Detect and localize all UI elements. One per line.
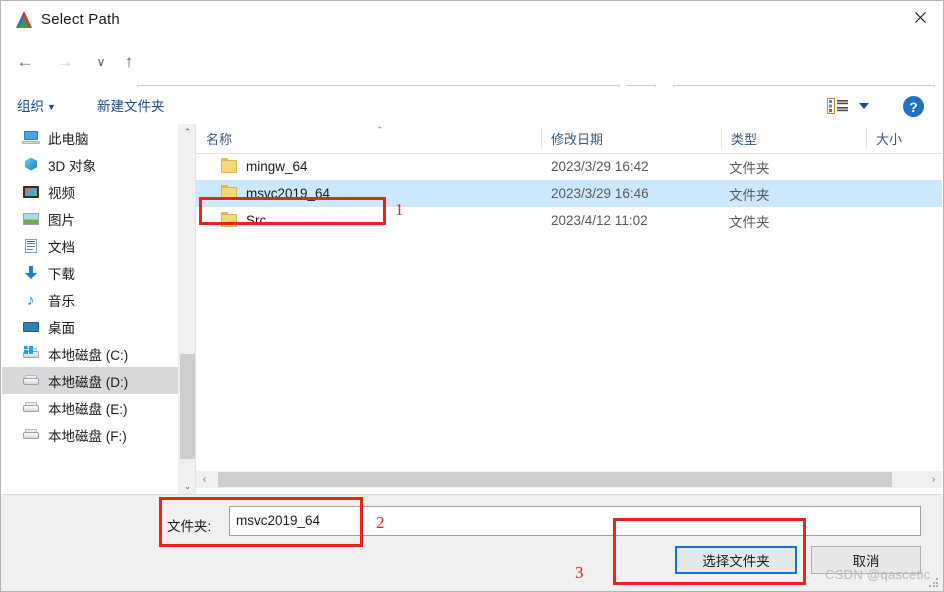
table-row[interactable]: msvc2019_64 2023/3/29 16:46 文件夹 [196, 180, 942, 207]
sidebar-item-0[interactable]: 此电脑 [2, 124, 178, 151]
cell-modified: 2023/3/29 16:46 [551, 186, 649, 201]
app-triangle-icon [13, 9, 35, 31]
desktop-icon [22, 319, 40, 335]
cube-3d-icon [22, 157, 40, 173]
title-bar: Select Path [1, 1, 943, 39]
cell-name: Src [246, 213, 267, 228]
field-inner-divider [361, 506, 362, 536]
drive-icon [22, 373, 40, 389]
new-folder-button[interactable]: 新建文件夹 [97, 95, 165, 115]
folder-name-label: 文件夹: [167, 519, 212, 534]
select-path-dialog: Select Path ← → ∨ ↑ › 此电脑 › 本地磁盘 (D:) › … [0, 0, 944, 592]
column-header-type[interactable]: 类型 [721, 124, 866, 152]
cell-type: 文件夹 [729, 160, 770, 176]
pc-icon [22, 130, 40, 146]
sidebar-item-label: 本地磁盘 (F:) [48, 428, 127, 444]
system-drive-icon [22, 345, 40, 362]
sidebar-item-label: 图片 [48, 212, 75, 228]
cell-modified: 2023/3/29 16:42 [551, 159, 649, 174]
caret-down-icon: ▼ [47, 102, 56, 112]
table-row[interactable]: Src 2023/4/12 11:02 文件夹 [196, 207, 942, 234]
sidebar-item-1[interactable]: 3D 对象 [2, 151, 178, 178]
annotation-number-2: 2 [376, 513, 385, 532]
folder-name-value: msvc2019_64 [236, 513, 321, 528]
scroll-right-icon[interactable]: › [925, 471, 942, 488]
sidebar-item-label: 3D 对象 [48, 158, 97, 174]
sidebar-item-label: 此电脑 [48, 131, 89, 147]
folder-icon [221, 158, 238, 173]
documents-icon [22, 238, 40, 254]
sidebar-item-10[interactable]: 本地磁盘 (E:) [2, 394, 178, 421]
sidebar-item-label: 本地磁盘 (D:) [48, 374, 129, 390]
scroll-left-icon[interactable]: ‹ [196, 471, 213, 488]
folder-name-field[interactable]: msvc2019_64 [229, 506, 921, 536]
table-row[interactable]: mingw_64 2023/3/29 16:42 文件夹 [196, 153, 942, 180]
sidebar-item-3[interactable]: 图片 [2, 205, 178, 232]
sort-ascending-icon: ⌃ [376, 125, 384, 135]
sidebar-item-label: 音乐 [48, 293, 75, 309]
drive-icon [22, 400, 40, 416]
cell-type: 文件夹 [729, 187, 770, 203]
cell-name: mingw_64 [246, 159, 308, 174]
horizontal-scroll-thumb[interactable] [218, 472, 892, 487]
organize-button[interactable]: 组织 ▼ [17, 95, 56, 115]
sidebar-item-4[interactable]: 文档 [2, 232, 178, 259]
cell-type: 文件夹 [729, 214, 770, 230]
sidebar-scroll-thumb[interactable] [180, 354, 195, 459]
scroll-up-icon[interactable]: ⌃ [179, 124, 196, 141]
sidebar-item-2[interactable]: 视频 [2, 178, 178, 205]
command-bar: 组织 ▼ 新建文件夹 ? [1, 87, 943, 210]
music-icon: ♪ [27, 291, 35, 309]
drive-icon [22, 427, 40, 443]
annotation-number-3: 3 [575, 563, 584, 582]
folder-icon [221, 212, 238, 227]
back-button[interactable]: ← [9, 44, 41, 80]
sidebar-item-5[interactable]: 下载 [2, 259, 178, 286]
column-header-modified[interactable]: 修改日期 [541, 124, 721, 152]
sidebar-scrollbar[interactable]: ⌃ ⌄ [178, 124, 195, 495]
scroll-down-icon[interactable]: ⌄ [179, 478, 196, 495]
sidebar-item-label: 桌面 [48, 320, 75, 336]
forward-button[interactable]: → [49, 44, 81, 80]
select-folder-button[interactable]: 选择文件夹 [675, 546, 797, 574]
resize-grip[interactable] [929, 578, 939, 588]
column-header-size[interactable]: 大小 [866, 124, 942, 152]
sidebar-item-11[interactable]: 本地磁盘 (F:) [2, 421, 178, 448]
watermark: CSDN @qascetic [825, 567, 931, 582]
sidebar-item-label: 本地磁盘 (E:) [48, 401, 128, 417]
close-button[interactable] [897, 1, 943, 33]
horizontal-scrollbar[interactable]: ‹ › [196, 471, 942, 488]
column-header-name[interactable]: 名称 [196, 124, 541, 152]
sidebar-item-8[interactable]: 本地磁盘 (C:) [2, 340, 178, 367]
sidebar-item-6[interactable]: ♪ 音乐 [2, 286, 178, 313]
file-list-pane: 名称 ⌃ 修改日期 类型 大小 mingw_64 2023/3/29 16:42 文… [196, 124, 942, 495]
sidebar-item-9[interactable]: 本地磁盘 (D:) [2, 367, 178, 394]
navigation-bar: ← → ∨ ↑ › 此电脑 › 本地磁盘 (D:) › Qt › 6.5.0 ∨… [1, 39, 943, 117]
navigation-sidebar: 此电脑 3D 对象视频图片文档下载 ♪ 音乐桌面本地磁盘 (C:) 本地磁盘 (D:) 本… [2, 124, 178, 495]
sidebar-item-label: 文档 [48, 239, 75, 255]
view-mode-icon[interactable] [827, 98, 849, 114]
sidebar-item-7[interactable]: 桌面 [2, 313, 178, 340]
sidebar-item-label: 本地磁盘 (C:) [48, 347, 129, 363]
sidebar-item-label: 下载 [48, 266, 75, 282]
organize-label: 组织 [17, 99, 44, 114]
up-button[interactable]: ↑ [113, 44, 145, 80]
sidebar-item-label: 视频 [48, 185, 75, 201]
cell-modified: 2023/4/12 11:02 [551, 213, 648, 228]
help-button[interactable]: ? [903, 96, 924, 117]
cell-name: msvc2019_64 [246, 186, 331, 201]
video-icon [22, 184, 40, 200]
view-mode-caret-icon[interactable] [859, 103, 869, 109]
column-header-row: 名称 ⌃ 修改日期 类型 大小 [196, 124, 942, 154]
annotation-number-1: 1 [395, 200, 404, 219]
window-title: Select Path [41, 11, 120, 28]
downloads-icon [22, 265, 40, 281]
folder-icon [221, 185, 238, 200]
pictures-icon [22, 211, 40, 227]
